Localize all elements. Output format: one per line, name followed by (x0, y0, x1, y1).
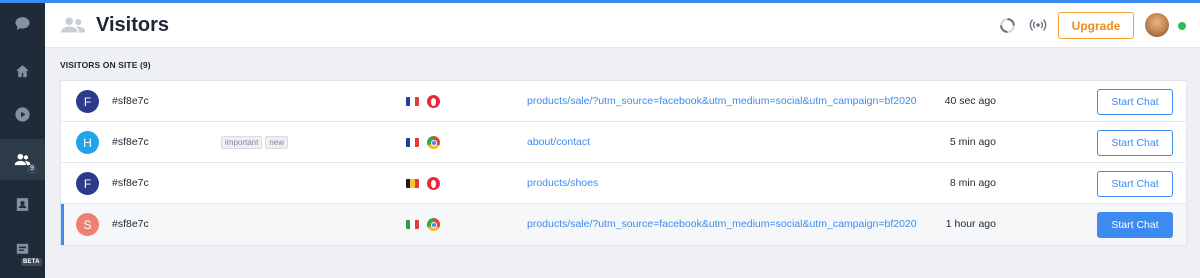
country-flag-icon (406, 179, 419, 188)
loading-circle-icon[interactable] (999, 17, 1016, 34)
visitor-id: #sf8e7c (112, 177, 149, 189)
start-chat-button[interactable]: Start Chat (1097, 171, 1173, 197)
sidebar-item-video[interactable] (0, 94, 45, 135)
section-title: VISITORS ON SITE (9) (60, 60, 151, 70)
table-row[interactable]: F #sf8e7c products/sale/?utm_source=facebo… (61, 81, 1186, 122)
start-chat-button[interactable]: Start Chat (1097, 89, 1173, 115)
home-icon (16, 65, 29, 78)
table-row[interactable]: F #sf8e7c products/shoes 8 min ago Start Cha… (61, 163, 1186, 204)
time-on-site: 5 min ago (949, 136, 996, 148)
country-flag-icon (406, 138, 419, 147)
page-title: Visitors (96, 14, 169, 36)
visitors-icon (61, 16, 85, 39)
chrome-icon (427, 136, 440, 149)
visitor-id: #sf8e7c (112, 218, 149, 230)
visitor-id: #sf8e7c (112, 136, 149, 148)
time-on-site: 1 hour ago (945, 218, 996, 230)
table-row[interactable]: S #sf8e7c products/sale/?utm_source=facebo… (61, 204, 1186, 245)
visitor-id: #sf8e7c (112, 95, 149, 107)
tag-important[interactable]: important (221, 136, 263, 149)
opera-icon (427, 95, 440, 108)
broadcast-icon[interactable] (1029, 16, 1047, 34)
start-chat-button[interactable]: Start Chat (1097, 212, 1173, 238)
visitor-avatar: F (76, 90, 99, 113)
sidebar-item-visitors[interactable]: 9 (0, 139, 45, 180)
visitor-avatar: H (76, 131, 99, 154)
page-header: Visitors Upgrade (45, 3, 1200, 48)
visited-page-link[interactable]: products/sale/?utm_source=facebook&utm_m… (527, 95, 917, 107)
visitor-avatar: S (76, 213, 99, 236)
time-on-site: 40 sec ago (944, 95, 996, 107)
chrome-icon (427, 218, 440, 231)
table-row[interactable]: H #sf8e7c important new about/contact 5 min a… (61, 122, 1186, 163)
visited-page-link[interactable]: about/contact (527, 136, 590, 148)
contacts-icon (16, 198, 29, 211)
start-chat-button[interactable]: Start Chat (1097, 130, 1173, 156)
sidebar-item-contacts[interactable] (0, 184, 45, 225)
sidebar: 9 BETA (0, 3, 45, 278)
visitors-count-badge: 9 (27, 164, 37, 174)
chat-bubble-icon (15, 17, 30, 30)
sidebar-item-chats[interactable] (0, 3, 45, 44)
time-on-site: 8 min ago (949, 177, 996, 189)
visited-page-link[interactable]: products/shoes (527, 177, 598, 189)
visited-page-link[interactable]: products/sale/?utm_source=facebook&utm_m… (527, 218, 917, 230)
upgrade-button[interactable]: Upgrade (1058, 12, 1134, 39)
visitor-list: F #sf8e7c products/sale/?utm_source=facebo… (60, 80, 1187, 246)
country-flag-icon (406, 220, 419, 229)
sidebar-item-home[interactable] (0, 51, 45, 92)
avatar[interactable] (1145, 13, 1169, 37)
visitor-avatar: F (76, 172, 99, 195)
online-status-dot (1178, 22, 1186, 30)
country-flag-icon (406, 97, 419, 106)
tag-new[interactable]: new (265, 136, 289, 149)
sidebar-item-inbox[interactable]: BETA (0, 229, 45, 270)
opera-icon (427, 177, 440, 190)
visitor-tags: important new (221, 136, 289, 149)
play-icon (15, 107, 30, 122)
beta-badge: BETA (21, 258, 42, 266)
inbox-icon (16, 243, 29, 254)
